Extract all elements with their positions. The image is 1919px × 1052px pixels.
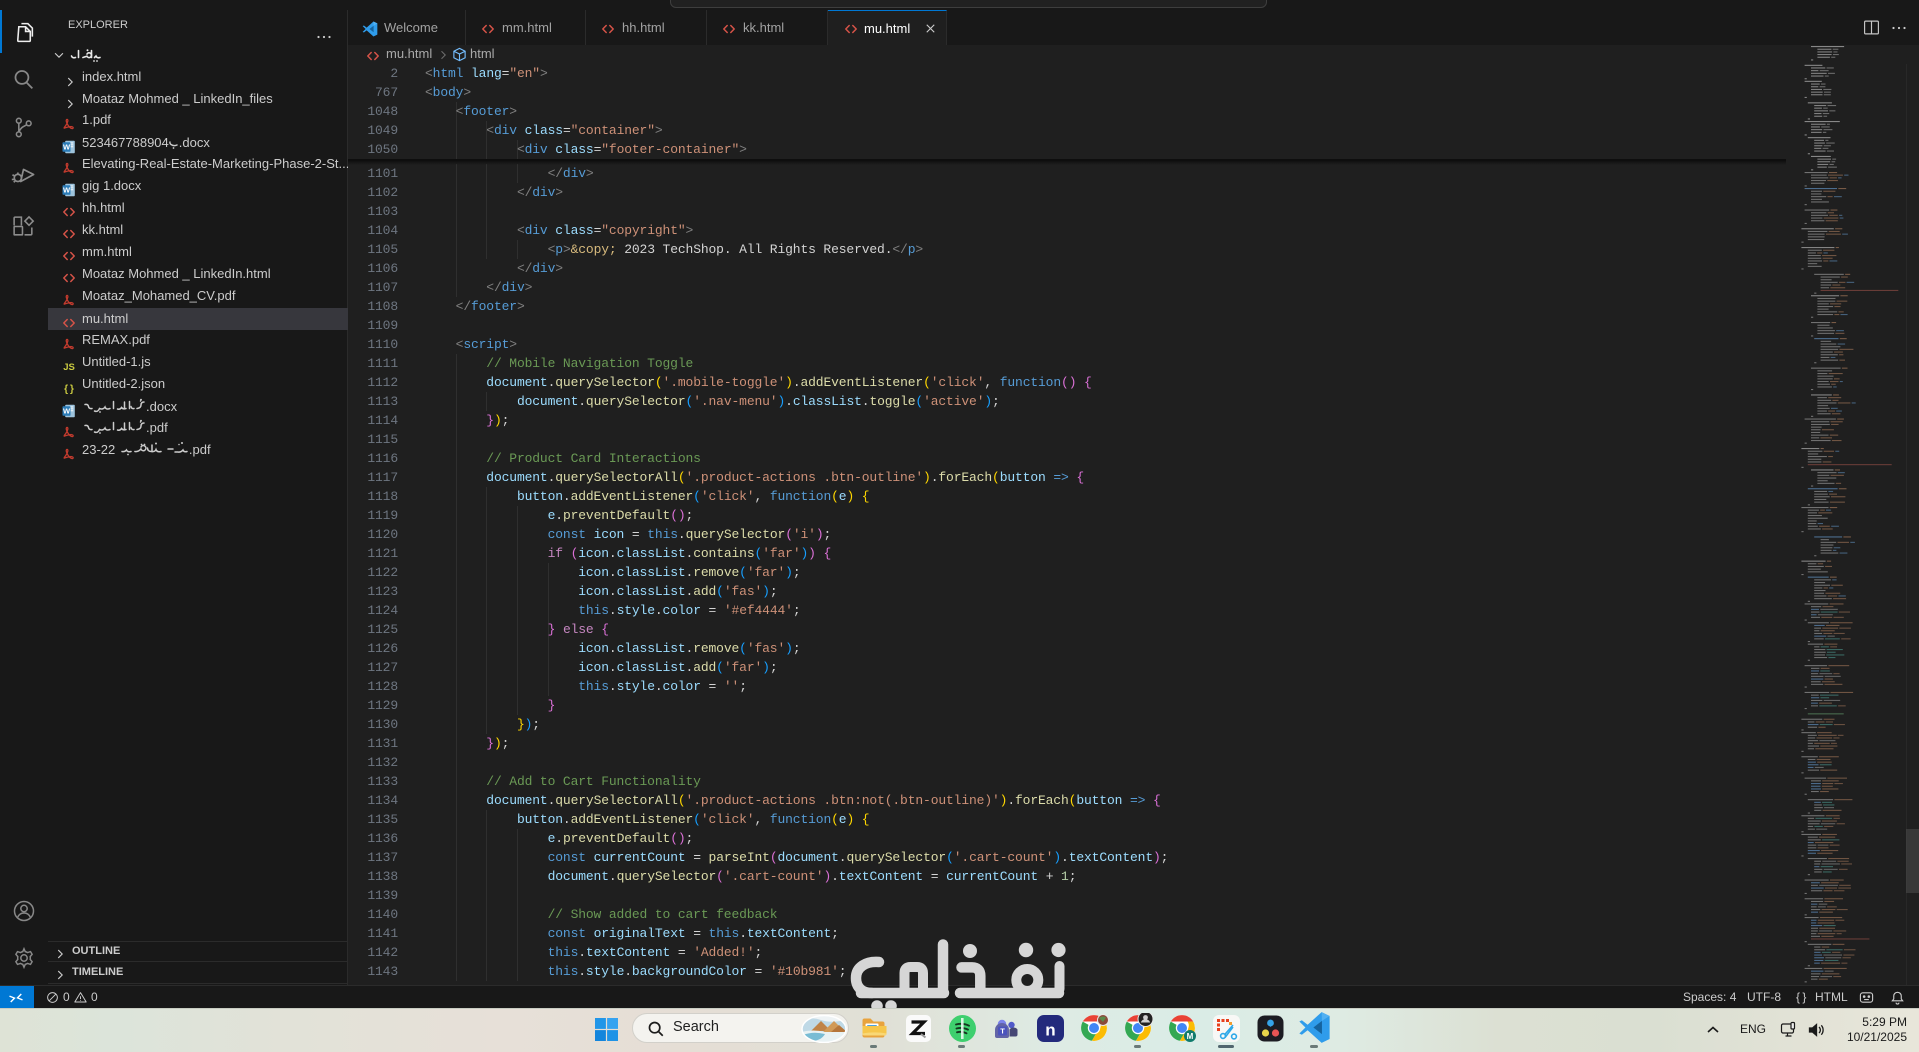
svg-text:n: n xyxy=(1045,1021,1055,1040)
svg-text:T: T xyxy=(1000,1027,1005,1036)
svg-text:M: M xyxy=(1187,1032,1194,1041)
